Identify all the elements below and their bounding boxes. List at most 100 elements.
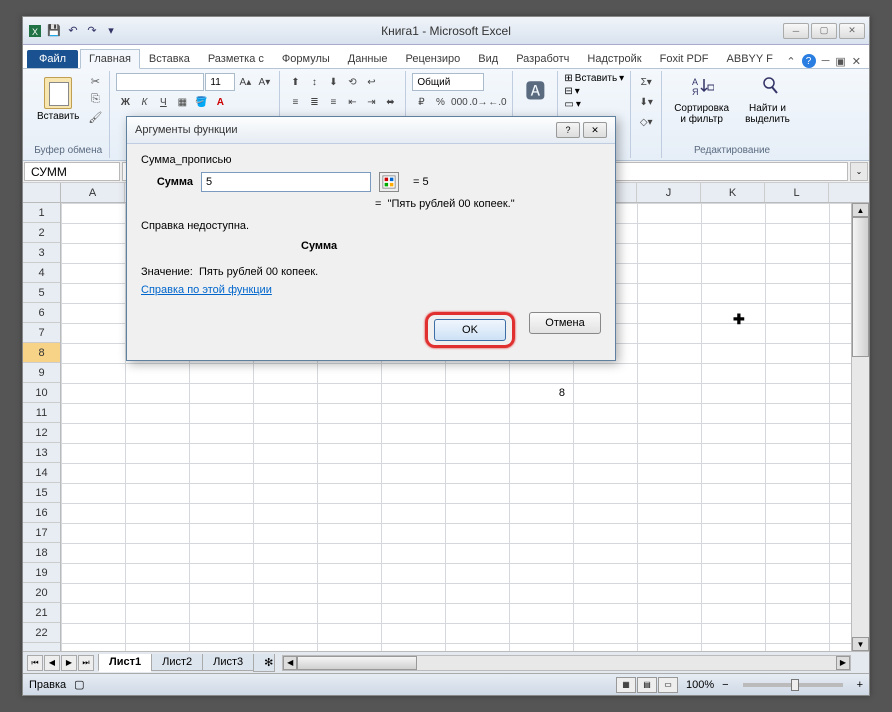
sheet-tab-1[interactable]: Лист1 <box>98 654 152 672</box>
tab-foxit[interactable]: Foxit PDF <box>651 49 718 68</box>
fill-color-icon[interactable]: 🪣 <box>192 93 210 111</box>
row-header[interactable]: 20 <box>23 583 60 603</box>
find-select-button[interactable]: Найти и выделить <box>739 73 796 127</box>
scroll-up-icon[interactable]: ▲ <box>852 203 869 217</box>
border-icon[interactable]: ▦ <box>173 93 191 111</box>
tab-developer[interactable]: Разработч <box>507 49 578 68</box>
redo-icon[interactable]: ↷ <box>84 23 100 39</box>
copy-icon[interactable]: ⎘ <box>87 91 103 107</box>
row-header[interactable]: 17 <box>23 523 60 543</box>
file-tab[interactable]: Файл <box>27 50 78 68</box>
dec-decimal-icon[interactable]: ←.0 <box>488 93 506 111</box>
column-header[interactable]: K <box>701 183 765 202</box>
increase-indent-icon[interactable]: ⇥ <box>362 93 380 111</box>
cell-styles-button[interactable]: 🅰 <box>519 73 551 106</box>
tab-abbyy[interactable]: ABBYY F <box>718 49 782 68</box>
scroll-right-icon[interactable]: ▶ <box>836 656 850 670</box>
row-header[interactable]: 4 <box>23 263 60 283</box>
row-header[interactable]: 11 <box>23 403 60 423</box>
fill-icon[interactable]: ⬇▾ <box>637 93 655 111</box>
cancel-button[interactable]: Отмена <box>529 312 601 334</box>
zoom-in-icon[interactable]: + <box>857 679 863 691</box>
tab-addins[interactable]: Надстройк <box>578 49 650 68</box>
view-page-break-icon[interactable]: ▭ <box>658 677 678 693</box>
align-right-icon[interactable]: ≡ <box>324 93 342 111</box>
tab-last-icon[interactable]: ⏭ <box>78 655 94 671</box>
row-header[interactable]: 13 <box>23 443 60 463</box>
wrap-text-icon[interactable]: ↩ <box>362 73 380 91</box>
sheet-tab-3[interactable]: Лист3 <box>202 654 254 671</box>
hscroll-thumb[interactable] <box>297 656 417 670</box>
row-header[interactable]: 18 <box>23 543 60 563</box>
scroll-left-icon[interactable]: ◀ <box>283 656 297 670</box>
comma-icon[interactable]: 000 <box>450 93 468 111</box>
close-button[interactable]: ✕ <box>839 23 865 39</box>
name-box[interactable] <box>24 162 120 181</box>
sort-filter-button[interactable]: АЯ Сортировка и фильтр <box>668 73 735 127</box>
doc-restore-icon[interactable]: ▣ <box>835 55 845 68</box>
zoom-slider[interactable] <box>743 683 843 687</box>
font-size-combo[interactable]: 11 <box>205 73 235 91</box>
percent-icon[interactable]: % <box>431 93 449 111</box>
range-select-button[interactable] <box>379 172 399 192</box>
qat-dropdown-icon[interactable]: ▾ <box>103 23 119 39</box>
row-header[interactable]: 2 <box>23 223 60 243</box>
sheet-tab-2[interactable]: Лист2 <box>151 654 203 671</box>
paste-button[interactable]: Вставить <box>33 73 83 126</box>
decrease-indent-icon[interactable]: ⇤ <box>343 93 361 111</box>
row-header[interactable]: 16 <box>23 503 60 523</box>
minimize-button[interactable]: ─ <box>783 23 809 39</box>
merge-icon[interactable]: ⬌ <box>381 93 399 111</box>
autosum-icon[interactable]: Σ▾ <box>637 73 655 91</box>
shrink-font-icon[interactable]: A▾ <box>255 73 273 91</box>
new-sheet-icon[interactable]: ✻ <box>253 654 275 672</box>
currency-icon[interactable]: ₽ <box>412 93 430 111</box>
align-center-icon[interactable]: ≣ <box>305 93 323 111</box>
maximize-button[interactable]: ▢ <box>811 23 837 39</box>
row-header[interactable]: 5 <box>23 283 60 303</box>
row-header[interactable]: 9 <box>23 363 60 383</box>
row-header[interactable]: 14 <box>23 463 60 483</box>
column-header[interactable]: L <box>765 183 829 202</box>
row-header[interactable]: 3 <box>23 243 60 263</box>
scroll-down-icon[interactable]: ▼ <box>852 637 869 651</box>
row-header[interactable]: 6 <box>23 303 60 323</box>
format-painter-icon[interactable]: 🖌 <box>87 109 103 125</box>
doc-minimize-icon[interactable]: ─ <box>822 55 830 67</box>
italic-icon[interactable]: К <box>135 93 153 111</box>
inc-decimal-icon[interactable]: .0→ <box>469 93 487 111</box>
arg-input[interactable] <box>201 172 371 192</box>
underline-icon[interactable]: Ч <box>154 93 172 111</box>
tab-prev-icon[interactable]: ◀ <box>44 655 60 671</box>
row-header[interactable]: 12 <box>23 423 60 443</box>
tab-layout[interactable]: Разметка с <box>199 49 273 68</box>
help-link[interactable]: Справка по этой функции <box>141 284 272 296</box>
align-bottom-icon[interactable]: ⬇ <box>324 73 342 91</box>
save-icon[interactable]: 💾 <box>46 23 62 39</box>
dialog-close-button[interactable]: ✕ <box>583 122 607 138</box>
insert-cells-button[interactable]: ⊞ Вставить ▾ <box>564 73 624 84</box>
align-middle-icon[interactable]: ↕ <box>305 73 323 91</box>
vscroll-thumb[interactable] <box>852 217 869 357</box>
horizontal-scrollbar[interactable]: ◀ ▶ <box>282 655 851 671</box>
select-all-corner[interactable] <box>23 183 61 203</box>
help-icon[interactable]: ? <box>802 54 816 68</box>
font-color-icon[interactable]: A <box>211 93 229 111</box>
grow-font-icon[interactable]: A▴ <box>236 73 254 91</box>
cell-h10[interactable]: 8 <box>513 385 569 401</box>
row-header[interactable]: 19 <box>23 563 60 583</box>
row-header[interactable]: 10 <box>23 383 60 403</box>
tab-next-icon[interactable]: ▶ <box>61 655 77 671</box>
view-normal-icon[interactable]: ▦ <box>616 677 636 693</box>
dialog-titlebar[interactable]: Аргументы функции ? ✕ <box>127 117 615 144</box>
undo-icon[interactable]: ↶ <box>65 23 81 39</box>
view-page-layout-icon[interactable]: ▤ <box>637 677 657 693</box>
tab-first-icon[interactable]: ⏮ <box>27 655 43 671</box>
tab-insert[interactable]: Вставка <box>140 49 199 68</box>
orientation-icon[interactable]: ⟲ <box>343 73 361 91</box>
tab-home[interactable]: Главная <box>80 49 140 69</box>
column-header[interactable]: A <box>61 183 125 202</box>
ok-button[interactable]: OK <box>434 319 506 341</box>
vertical-scrollbar[interactable]: ▲ ▼ <box>851 203 869 651</box>
font-family-combo[interactable] <box>116 73 204 91</box>
